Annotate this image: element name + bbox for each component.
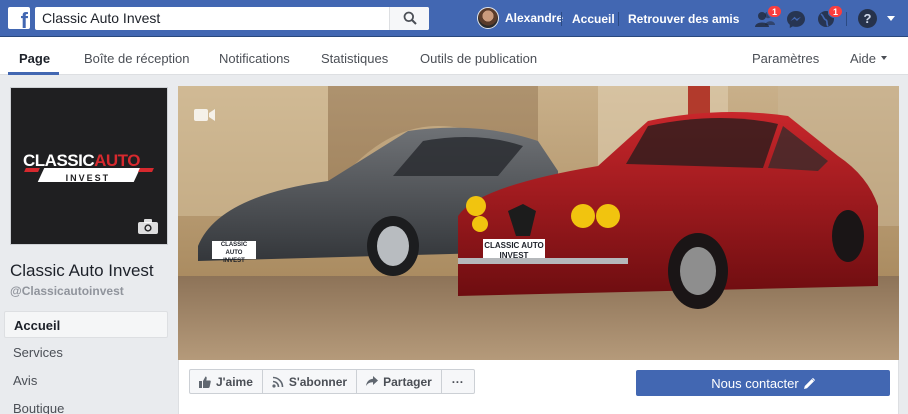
- cover-image: [178, 86, 899, 360]
- tab-settings[interactable]: Paramètres: [752, 51, 819, 66]
- tab-notifications[interactable]: Notifications: [219, 51, 290, 66]
- sidebar-item-services[interactable]: Services: [4, 339, 168, 366]
- like-button[interactable]: J'aime: [190, 370, 263, 393]
- notifications-badge: 1: [827, 5, 843, 18]
- facebook-logo-icon[interactable]: f: [8, 7, 30, 29]
- action-button-group: J'aime S'abonner Partager ···: [189, 369, 475, 394]
- search-button[interactable]: [389, 7, 429, 30]
- messenger-icon: [787, 11, 805, 28]
- home-link[interactable]: Accueil: [572, 12, 615, 26]
- page-title[interactable]: Classic Auto Invest: [10, 261, 154, 281]
- find-friends-link[interactable]: Retrouver des amis: [628, 12, 739, 26]
- divider: [561, 12, 562, 26]
- sidebar-item-reviews[interactable]: Avis: [4, 367, 168, 394]
- follow-button[interactable]: S'abonner: [263, 370, 358, 393]
- sidebar-item-home[interactable]: Accueil: [4, 311, 168, 338]
- notifications-button[interactable]: 1: [815, 5, 843, 30]
- search-bar[interactable]: Classic Auto Invest: [35, 7, 429, 30]
- pencil-icon: [803, 377, 815, 389]
- more-icon: ···: [451, 374, 464, 389]
- friend-requests-badge: 1: [766, 5, 782, 18]
- active-tab-indicator: [8, 72, 59, 75]
- tab-insights[interactable]: Statistiques: [321, 51, 388, 66]
- license-plate-right: CLASSIC AUTO INVEST: [484, 241, 544, 260]
- profile-link[interactable]: Alexandre: [477, 7, 563, 29]
- cover-photo[interactable]: CLASSIC AUTO INVEST CLASSIC AUTO INVEST: [178, 86, 899, 360]
- tab-publishing-tools[interactable]: Outils de publication: [420, 51, 537, 66]
- more-options-button[interactable]: ···: [442, 370, 474, 393]
- search-icon: [403, 11, 417, 25]
- top-navigation-bar: f Classic Auto Invest Alexandre Accueil …: [0, 0, 908, 37]
- account-menu-caret-icon[interactable]: [887, 16, 895, 21]
- messages-button[interactable]: [785, 8, 807, 30]
- tab-inbox[interactable]: Boîte de réception: [84, 51, 190, 66]
- rss-icon: [272, 376, 284, 388]
- share-button[interactable]: Partager: [357, 370, 442, 393]
- sidebar-item-shop[interactable]: Boutique: [4, 395, 168, 414]
- camera-icon[interactable]: [138, 219, 158, 234]
- license-plate-left: CLASSIC AUTO INVEST: [220, 242, 248, 264]
- page-username[interactable]: @Classicautoinvest: [10, 284, 124, 298]
- divider: [618, 12, 619, 26]
- help-icon[interactable]: ?: [858, 9, 877, 28]
- user-name: Alexandre: [505, 11, 564, 25]
- friend-requests-button[interactable]: 1: [754, 5, 782, 30]
- page-management-bar: Page Boîte de réception Notifications St…: [0, 37, 908, 75]
- logo-subtitle: INVEST: [37, 168, 141, 183]
- help-dropdown-caret-icon[interactable]: [881, 56, 887, 60]
- logo-stripe: [24, 168, 40, 172]
- divider: [846, 12, 847, 26]
- contact-us-button[interactable]: Nous contacter: [636, 370, 890, 396]
- logo-stripe: [138, 168, 154, 172]
- avatar: [477, 7, 499, 29]
- search-input[interactable]: Classic Auto Invest: [42, 10, 160, 26]
- tab-page[interactable]: Page: [19, 51, 50, 66]
- profile-picture[interactable]: CLASSICAUTO INVEST: [10, 87, 168, 245]
- tab-help[interactable]: Aide: [850, 51, 876, 66]
- page-action-bar: J'aime S'abonner Partager ··· Nous conta…: [178, 360, 899, 414]
- video-camera-icon: [194, 109, 215, 121]
- share-arrow-icon: [366, 376, 379, 386]
- thumbs-up-icon: [199, 376, 211, 388]
